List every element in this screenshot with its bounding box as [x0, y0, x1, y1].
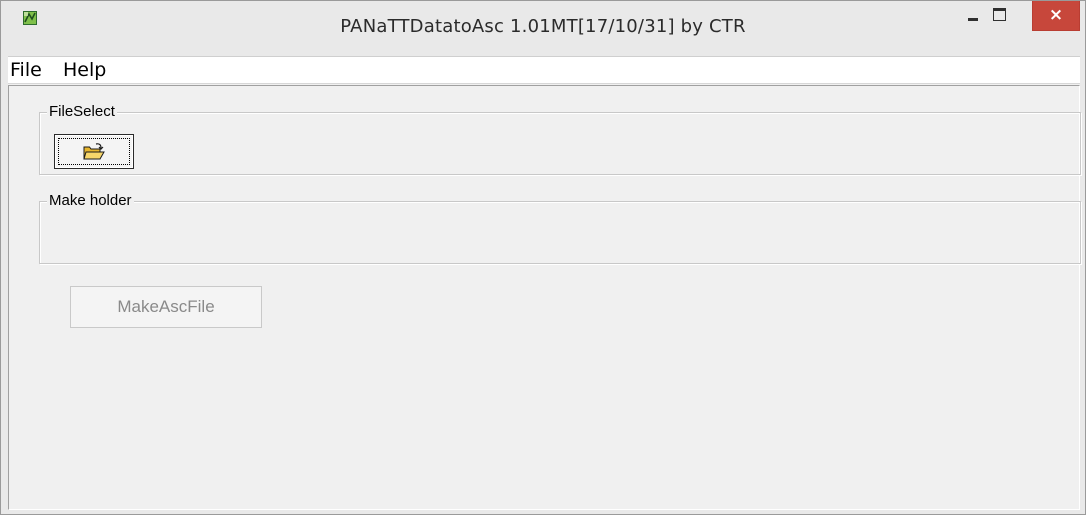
minimize-icon [968, 18, 978, 21]
make-holder-label: Make holder [47, 192, 134, 210]
make-holder-group: Make holder [39, 192, 1081, 264]
file-select-label: FileSelect [47, 103, 117, 121]
file-select-group: FileSelect [39, 103, 1081, 175]
open-folder-icon [83, 143, 105, 160]
minimize-button[interactable] [959, 1, 985, 31]
menu-help[interactable]: Help [63, 59, 106, 81]
title-bar[interactable]: PANaTTDatatoAsc 1.01MT[17/10/31] by CTR … [1, 1, 1085, 56]
app-window: PANaTTDatatoAsc 1.01MT[17/10/31] by CTR … [0, 0, 1086, 515]
make-asc-file-button[interactable]: MakeAscFile [70, 286, 262, 328]
open-file-button[interactable] [54, 134, 134, 169]
close-button[interactable]: × [1032, 1, 1080, 31]
menu-file[interactable]: File [10, 59, 42, 81]
maximize-icon [993, 8, 1006, 21]
close-icon: × [1048, 5, 1064, 25]
menu-bar: File Help [8, 57, 1080, 84]
client-area: File Help FileSelect Make holder MakeAsc… [8, 56, 1081, 510]
maximize-button[interactable] [986, 1, 1012, 31]
window-title: PANaTTDatatoAsc 1.01MT[17/10/31] by CTR [340, 16, 746, 37]
